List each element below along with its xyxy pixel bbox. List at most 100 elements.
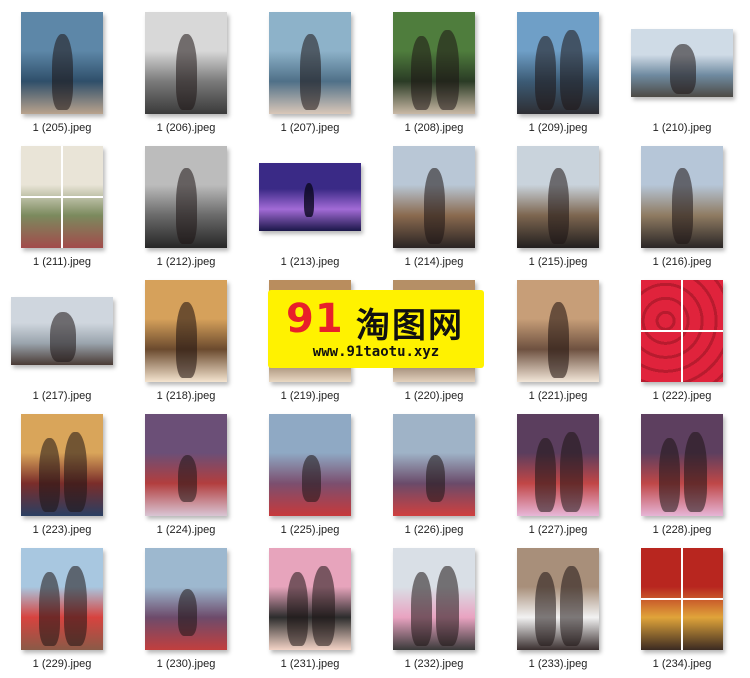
file-item[interactable]: 1 (233).jpeg xyxy=(496,544,620,678)
file-name-label: 1 (234).jpeg xyxy=(652,658,712,670)
file-item[interactable]: 1 (209).jpeg xyxy=(496,8,620,142)
photo-figure xyxy=(176,168,198,244)
file-item[interactable]: 1 (234).jpeg xyxy=(620,544,744,678)
thumbnail-frame xyxy=(0,8,124,118)
file-item[interactable]: 1 (210).jpeg xyxy=(620,8,744,142)
photo-figure xyxy=(49,311,77,363)
thumbnail-frame xyxy=(124,8,248,118)
watermark-number: 91 xyxy=(286,296,344,342)
file-item[interactable]: 1 (214).jpeg xyxy=(372,142,496,276)
thumbnail-frame xyxy=(248,544,372,654)
photo-figure xyxy=(535,572,557,646)
file-item[interactable]: 1 (231).jpeg xyxy=(248,544,372,678)
image-thumbnail xyxy=(517,548,599,650)
photo-figure xyxy=(425,454,446,502)
photo-figure xyxy=(311,566,335,646)
file-name-label: 1 (228).jpeg xyxy=(652,524,712,536)
file-item[interactable]: 1 (230).jpeg xyxy=(124,544,248,678)
thumbnail-frame xyxy=(496,410,620,520)
file-item[interactable]: 1 (213).jpeg xyxy=(248,142,372,276)
file-name-label: 1 (212).jpeg xyxy=(156,256,216,268)
image-thumbnail xyxy=(517,12,599,114)
file-item[interactable]: 1 (206).jpeg xyxy=(124,8,248,142)
image-thumbnail xyxy=(393,414,475,516)
file-name-label: 1 (213).jpeg xyxy=(280,256,340,268)
file-item[interactable]: 1 (215).jpeg xyxy=(496,142,620,276)
image-thumbnail xyxy=(641,548,723,650)
thumbnail-frame xyxy=(620,276,744,386)
file-name-label: 1 (217).jpeg xyxy=(32,390,92,402)
file-name-label: 1 (226).jpeg xyxy=(404,524,464,536)
image-thumbnail xyxy=(517,414,599,516)
thumbnail-frame xyxy=(124,544,248,654)
file-item[interactable]: 1 (217).jpeg xyxy=(0,276,124,410)
file-name-label: 1 (208).jpeg xyxy=(404,122,464,134)
file-name-label: 1 (227).jpeg xyxy=(528,524,588,536)
image-thumbnail xyxy=(641,146,723,248)
photo-figure xyxy=(672,168,694,244)
photo-figure xyxy=(559,30,583,110)
photo-figure xyxy=(435,30,459,110)
file-item[interactable]: 1 (227).jpeg xyxy=(496,410,620,544)
photo-figure xyxy=(63,432,87,512)
photo-figure xyxy=(52,34,74,110)
file-item[interactable]: 1 (232).jpeg xyxy=(372,544,496,678)
file-name-label: 1 (223).jpeg xyxy=(32,524,92,536)
photo-figure xyxy=(559,432,583,512)
image-thumbnail xyxy=(145,146,227,248)
photo-figure xyxy=(176,302,198,378)
file-item[interactable]: 1 (229).jpeg xyxy=(0,544,124,678)
photo-figure xyxy=(669,43,697,95)
file-name-label: 1 (221).jpeg xyxy=(528,390,588,402)
file-item[interactable]: 1 (228).jpeg xyxy=(620,410,744,544)
thumbnail-frame xyxy=(124,142,248,252)
file-item[interactable]: 1 (218).jpeg xyxy=(124,276,248,410)
file-item[interactable]: 1 (224).jpeg xyxy=(124,410,248,544)
collage-divider xyxy=(21,195,103,198)
file-item[interactable]: 1 (216).jpeg xyxy=(620,142,744,276)
photo-figure xyxy=(63,566,87,646)
thumbnail-frame xyxy=(496,276,620,386)
file-item[interactable]: 1 (205).jpeg xyxy=(0,8,124,142)
photo-figure xyxy=(301,454,322,502)
file-name-label: 1 (215).jpeg xyxy=(528,256,588,268)
image-thumbnail xyxy=(11,297,113,365)
image-thumbnail xyxy=(393,548,475,650)
photo-figure xyxy=(411,36,433,110)
image-thumbnail xyxy=(641,414,723,516)
file-item[interactable]: 1 (221).jpeg xyxy=(496,276,620,410)
photo-figure xyxy=(177,454,198,502)
file-item[interactable]: 1 (222).jpeg xyxy=(620,276,744,410)
photo-figure xyxy=(559,566,583,646)
image-thumbnail xyxy=(631,29,733,97)
file-item[interactable]: 1 (226).jpeg xyxy=(372,410,496,544)
thumbnail-frame xyxy=(620,142,744,252)
image-thumbnail xyxy=(145,414,227,516)
file-item[interactable]: 1 (225).jpeg xyxy=(248,410,372,544)
thumbnail-frame xyxy=(248,410,372,520)
file-name-label: 1 (225).jpeg xyxy=(280,524,340,536)
thumbnail-frame xyxy=(496,142,620,252)
file-name-label: 1 (211).jpeg xyxy=(33,256,91,268)
thumbnail-frame xyxy=(124,410,248,520)
file-item[interactable]: 1 (223).jpeg xyxy=(0,410,124,544)
file-item[interactable]: 1 (208).jpeg xyxy=(372,8,496,142)
photo-figure xyxy=(39,438,61,512)
file-name-label: 1 (231).jpeg xyxy=(280,658,340,670)
file-item[interactable]: 1 (207).jpeg xyxy=(248,8,372,142)
image-thumbnail xyxy=(641,280,723,382)
file-name-label: 1 (216).jpeg xyxy=(652,256,712,268)
thumbnail-frame xyxy=(248,8,372,118)
file-item[interactable]: 1 (212).jpeg xyxy=(124,142,248,276)
file-item[interactable]: 1 (211).jpeg xyxy=(0,142,124,276)
thumbnail-frame xyxy=(372,544,496,654)
photo-figure xyxy=(411,572,433,646)
thumbnail-frame xyxy=(372,8,496,118)
photo-figure xyxy=(659,438,681,512)
watermark-url: www.91taotu.xyz xyxy=(312,344,440,360)
image-thumbnail xyxy=(21,414,103,516)
photo-figure xyxy=(39,572,61,646)
thumbnail-frame xyxy=(496,544,620,654)
image-thumbnail xyxy=(259,163,361,231)
photo-figure xyxy=(548,302,570,378)
